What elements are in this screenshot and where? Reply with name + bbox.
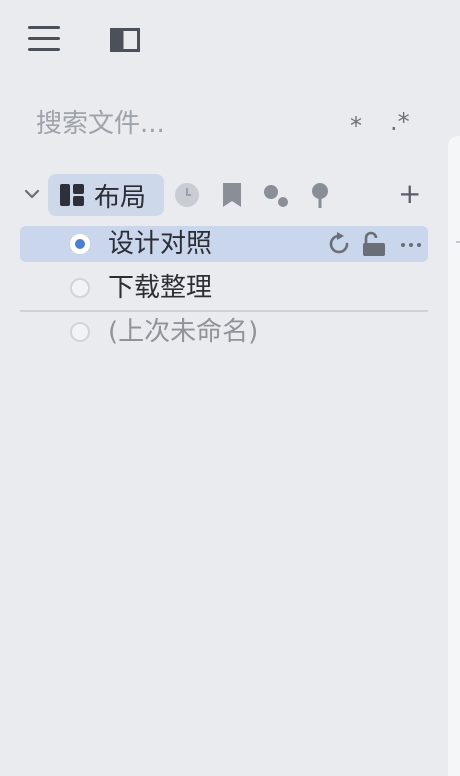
- radio-indicator[interactable]: [70, 278, 90, 298]
- panel-edge-mark: [456, 241, 460, 243]
- search-bar: * .*: [36, 104, 416, 144]
- list-item-label: 设计对照: [108, 229, 213, 259]
- radio-indicator[interactable]: [70, 322, 90, 342]
- more-icon[interactable]: [398, 231, 424, 257]
- refresh-icon[interactable]: [326, 231, 352, 257]
- active-radio-indicator[interactable]: [70, 234, 90, 254]
- chevron-down-icon[interactable]: [24, 188, 40, 200]
- unlock-icon[interactable]: [361, 231, 387, 257]
- list-divider: [20, 310, 428, 312]
- layout-group-chip[interactable]: 布局: [48, 174, 164, 216]
- panel-toggle-icon[interactable]: [110, 28, 140, 52]
- pin-icon[interactable]: [307, 182, 333, 208]
- hamburger-menu-icon[interactable]: [28, 26, 60, 52]
- bookmark-icon[interactable]: [219, 182, 245, 208]
- glob-option-toggle[interactable]: *: [350, 112, 362, 140]
- nodes-icon[interactable]: [263, 182, 289, 208]
- layout-grid-icon: [60, 184, 84, 206]
- list-item-label: (上次未命名): [108, 317, 259, 347]
- right-panel-edge: [448, 136, 460, 776]
- clock-icon[interactable]: [174, 182, 200, 208]
- search-input[interactable]: [36, 104, 336, 144]
- group-title: 布局: [94, 183, 147, 213]
- list-item-layout[interactable]: (上次未命名): [20, 314, 428, 350]
- list-item-label: 下载整理: [108, 273, 213, 303]
- list-item-layout[interactable]: 设计对照: [20, 226, 428, 262]
- top-toolbar: [0, 0, 460, 80]
- regex-option-toggle[interactable]: .*: [390, 108, 410, 136]
- add-layout-button[interactable]: +: [398, 177, 421, 211]
- list-item-layout[interactable]: 下载整理: [20, 270, 428, 306]
- layout-group-header: 布局 +: [0, 174, 440, 216]
